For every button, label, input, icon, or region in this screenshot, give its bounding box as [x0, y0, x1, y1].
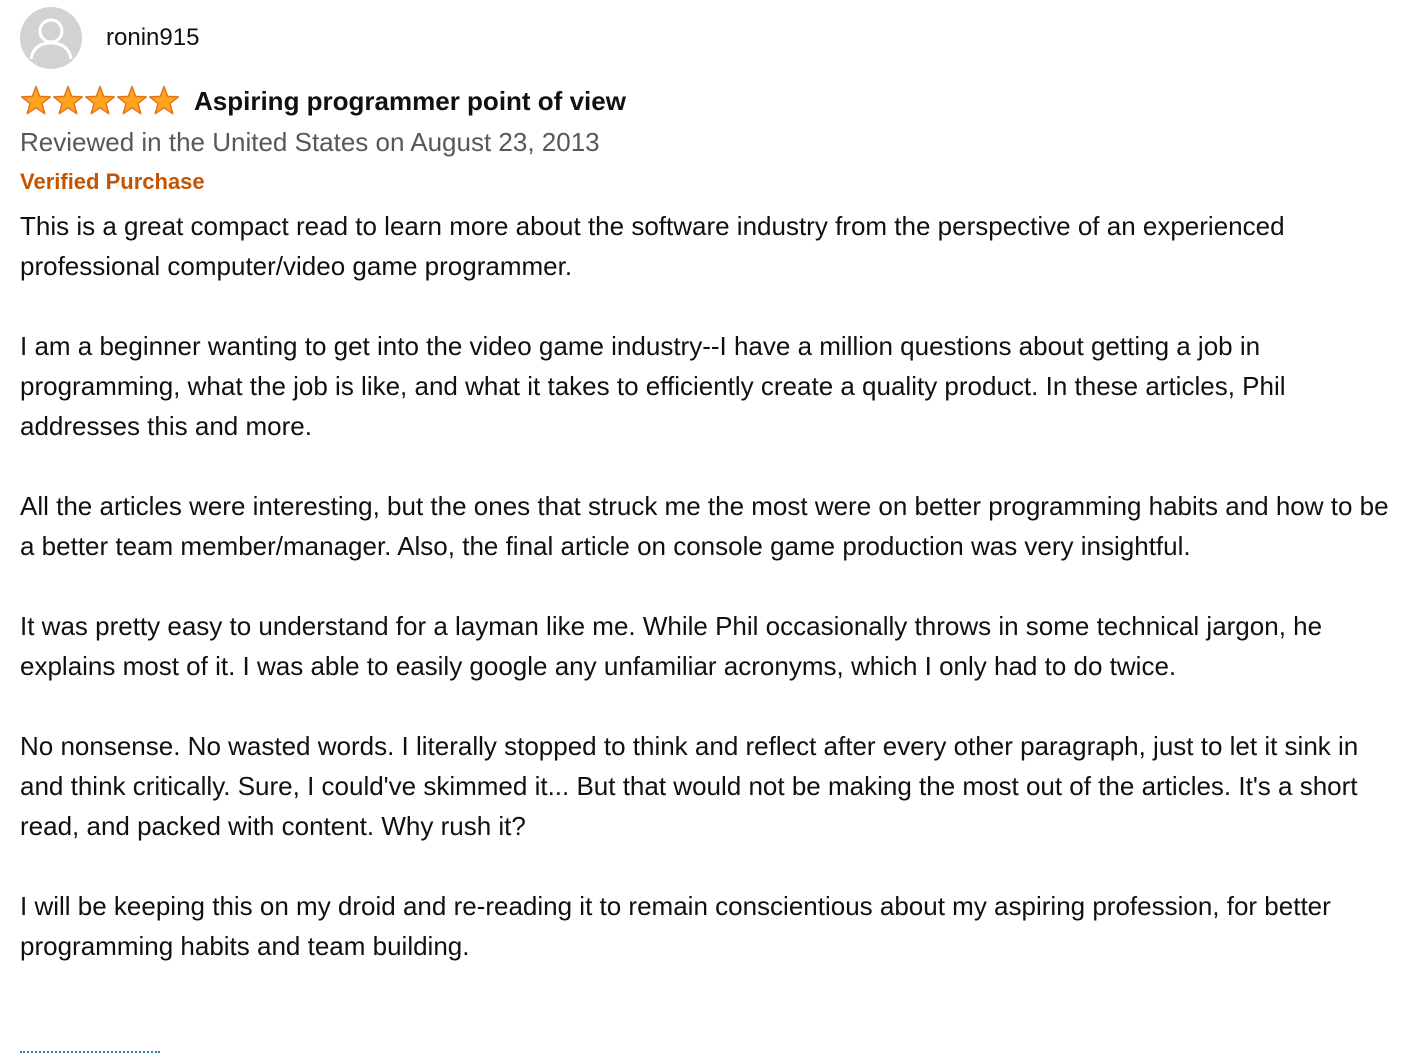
star-icon [148, 85, 180, 115]
review-paragraph: It was pretty easy to understand for a l… [20, 611, 1323, 681]
review-body: This is a great compact read to learn mo… [20, 206, 1390, 966]
review-title-row: Aspiring programmer point of view [20, 82, 1390, 120]
star-icon [116, 85, 148, 115]
review-date: Reviewed in the United States on August … [20, 127, 600, 157]
star-rating[interactable] [20, 85, 180, 117]
star-icon [52, 85, 84, 115]
default-avatar-icon[interactable] [20, 7, 82, 69]
review-title[interactable]: Aspiring programmer point of view [194, 86, 626, 117]
review-paragraph: I am a beginner wanting to get into the … [20, 331, 1286, 441]
read-more-link-underline[interactable] [20, 1051, 160, 1053]
star-icon [84, 85, 116, 115]
star-icon [20, 85, 52, 115]
review-paragraph: I will be keeping this on my droid and r… [20, 891, 1331, 961]
review-paragraph: All the articles were interesting, but t… [20, 491, 1389, 561]
review-paragraph: This is a great compact read to learn mo… [20, 211, 1285, 281]
reviewer-profile[interactable]: ronin915 [20, 6, 1390, 70]
verified-purchase-badge[interactable]: Verified Purchase [20, 162, 1390, 202]
customer-review: ronin915 Aspiring programmer point of vi… [20, 6, 1390, 966]
reviewer-name[interactable]: ronin915 [106, 24, 199, 52]
review-paragraph: No nonsense. No wasted words. I literall… [20, 731, 1359, 841]
